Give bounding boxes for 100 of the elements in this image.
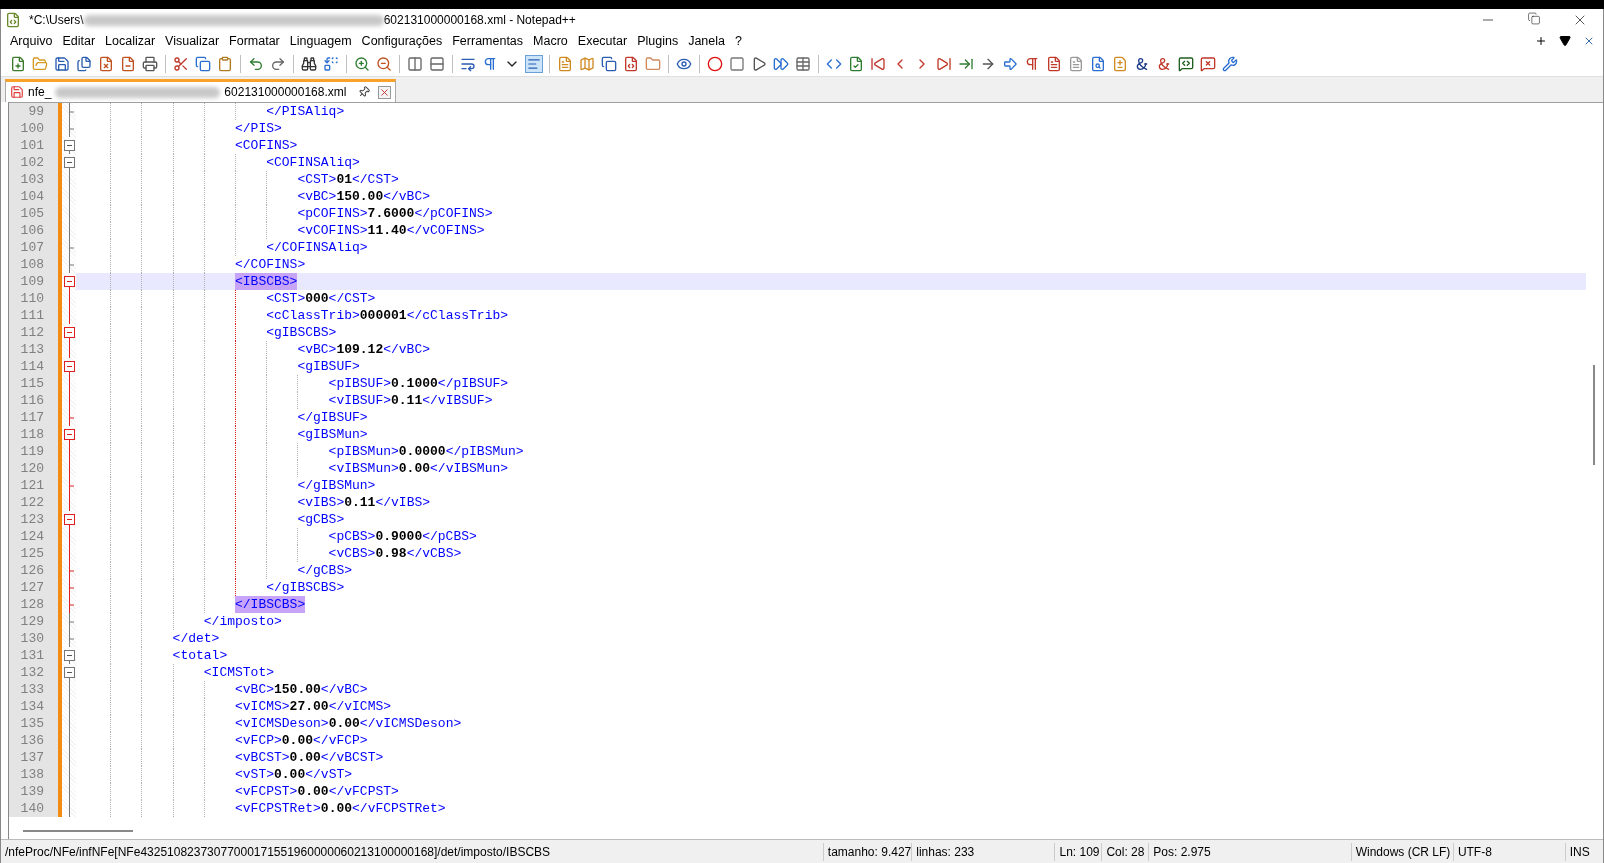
code-line: <cClassTrib>000001</cClassTrib> (266, 307, 509, 324)
line-number: 104 (9, 188, 58, 205)
line-number: 140 (9, 800, 58, 817)
menu-item[interactable]: Ferramentas (447, 31, 529, 51)
new-file-icon[interactable] (9, 54, 27, 73)
menu-item[interactable]: Editar (57, 31, 101, 51)
fold-marker-active[interactable] (63, 324, 75, 341)
file-icon (10, 85, 24, 99)
line-number: 106 (9, 222, 58, 239)
zoom-in-icon[interactable] (353, 54, 371, 73)
code-line: <vFCPST>0.00</vFCPST> (235, 783, 399, 800)
scissors-icon[interactable] (172, 54, 190, 73)
file-search-icon[interactable] (1089, 54, 1107, 73)
code-line: <vBC>109.12</vBC> (297, 341, 431, 358)
window-title: 602131000000168.xml - Notepad++ (383, 12, 576, 29)
file-tab[interactable]: nfe_ 602131000000168.xml (5, 79, 397, 102)
fold-marker-active[interactable] (63, 273, 75, 290)
line-number: 110 (9, 290, 58, 307)
code-line: <pCOFINS>7.6000</pCOFINS> (297, 205, 493, 222)
record-icon[interactable] (706, 54, 724, 73)
zoom-out-icon[interactable] (375, 54, 393, 73)
triangle-icon[interactable] (1559, 35, 1571, 47)
save-icon[interactable] (53, 54, 71, 73)
line-number: 125 (9, 545, 58, 562)
code-line: <COFINSAliq> (266, 154, 360, 171)
tab-label: nfe_ (28, 84, 52, 101)
code-line: <vBCST>0.00</vBCST> (235, 749, 384, 766)
clipboard-icon[interactable] (216, 54, 234, 73)
line-number: 109 (9, 273, 58, 290)
menu-item[interactable]: Janela (683, 31, 730, 51)
columns-icon[interactable] (406, 54, 424, 73)
fold-marker[interactable] (63, 154, 75, 171)
code-line: <pIBSMun>0.0000</pIBSMun> (328, 443, 524, 460)
menu-item[interactable]: Plugins (632, 31, 684, 51)
fold-marker[interactable] (63, 664, 75, 681)
fold-marker-active[interactable] (63, 358, 75, 375)
file-minus-icon[interactable] (119, 54, 137, 73)
status-field: INS (1564, 842, 1603, 861)
line-number: 123 (9, 511, 58, 528)
fold-marker-active[interactable] (63, 511, 75, 528)
fold-marker[interactable] (63, 647, 75, 664)
menu-item[interactable]: Visualizar (160, 31, 225, 51)
document-icon[interactable] (1045, 54, 1063, 73)
code-line: <pIBSUF>0.1000</pIBSUF> (328, 375, 509, 392)
status-path: /nfeProc/NFe/infNFe[NFe43251082373077000171551960000060213100000168]/det/imposto/IBSCBS (4, 843, 552, 861)
line-number: 130 (9, 630, 58, 647)
menu-item[interactable]: Localizar (100, 31, 161, 51)
line-number: 135 (9, 715, 58, 732)
menu-item[interactable]: Formatar (224, 31, 285, 51)
menu-item[interactable]: ? (730, 31, 747, 51)
scrollbar-thumb[interactable] (23, 829, 133, 832)
document-icon[interactable] (556, 54, 574, 73)
code-line: <gIBSMun> (297, 426, 368, 443)
table-icon[interactable] (794, 54, 812, 73)
status-field: tamanho: 9.427 (822, 842, 912, 861)
menu-item[interactable]: Executar (572, 31, 633, 51)
code-line: </imposto> (203, 613, 282, 630)
code-line: </COFINS> (235, 256, 306, 273)
line-number: 133 (9, 681, 58, 698)
comment-icon[interactable] (1199, 54, 1217, 73)
file-check-icon[interactable] (847, 54, 865, 73)
line-number: 108 (9, 256, 58, 273)
code-line: </PISAliq> (266, 103, 345, 120)
indent-guide-icon[interactable] (525, 54, 543, 73)
copy-icon[interactable] (600, 54, 618, 73)
printer-icon[interactable] (141, 54, 159, 73)
replace-icon[interactable] (322, 54, 340, 73)
line-number: 99 (9, 103, 58, 120)
line-number: 137 (9, 749, 58, 766)
comment-icon[interactable] (1177, 54, 1195, 73)
close-tab-icon[interactable] (378, 85, 392, 99)
code-line: <vST>0.00</vST> (235, 766, 353, 783)
close-icon[interactable] (1583, 35, 1595, 47)
document-icon[interactable] (1067, 54, 1085, 73)
menu-item[interactable]: Macro (528, 31, 573, 51)
menu-item[interactable]: Arquivo (5, 31, 58, 51)
line-number: 122 (9, 494, 58, 511)
status-field: Windows (CR LF) (1350, 842, 1453, 861)
binoculars-icon[interactable] (300, 54, 318, 73)
folder-icon[interactable] (644, 54, 662, 73)
copy-icon[interactable] (194, 54, 212, 73)
files-icon[interactable] (75, 54, 93, 73)
line-number: 102 (9, 154, 58, 171)
line-number: 132 (9, 664, 58, 681)
scrollbar-thumb[interactable] (1593, 365, 1595, 465)
menu-item[interactable]: Configurações (356, 31, 448, 51)
code-line: <gCBS> (297, 511, 345, 528)
fold-marker-active[interactable] (63, 426, 75, 443)
menu-item[interactable]: Linguagem (284, 31, 357, 51)
file-close-icon[interactable] (97, 54, 115, 73)
code-line: <COFINS> (235, 137, 298, 154)
code-line: <vCOFINS>11.40</vCOFINS> (297, 222, 485, 239)
code-line: <pCBS>0.9000</pCBS> (328, 528, 477, 545)
function-list-icon[interactable] (622, 54, 640, 73)
rows-icon[interactable] (428, 54, 446, 73)
plus-icon[interactable] (1535, 35, 1547, 47)
fold-marker[interactable] (63, 137, 75, 154)
wrench-icon[interactable] (1221, 54, 1239, 73)
status-field: Ln: 109 (1054, 842, 1102, 861)
code-line: </gIBSCBS> (266, 579, 345, 596)
